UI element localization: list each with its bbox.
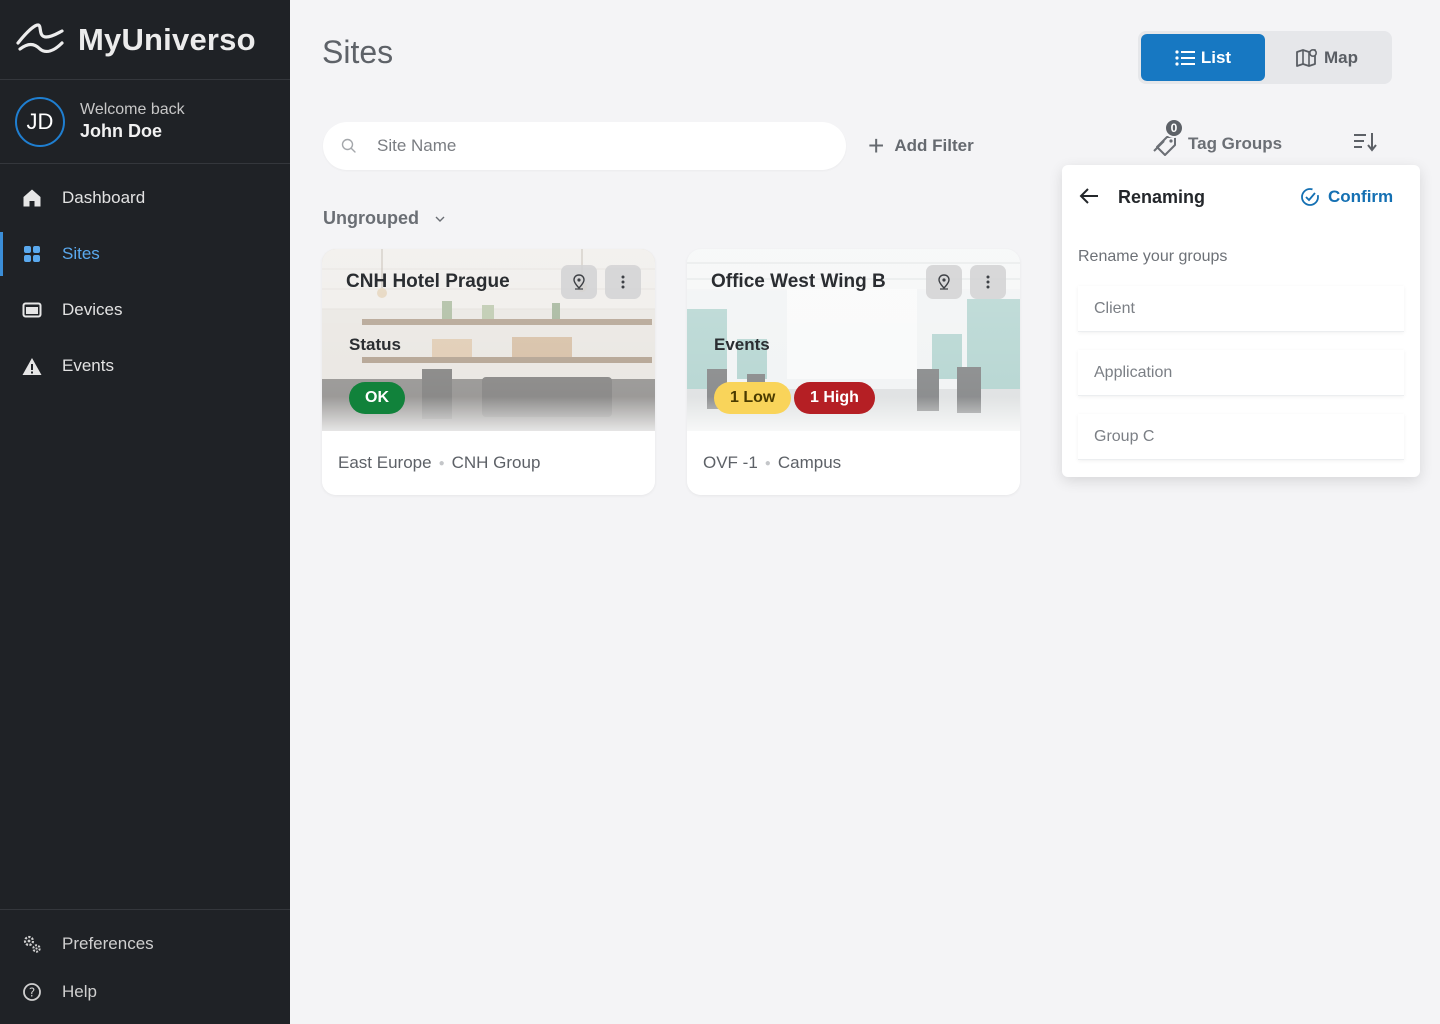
card-footer: OVF -1 ● Campus xyxy=(703,453,841,473)
more-vertical-icon xyxy=(986,275,990,289)
page-title: Sites xyxy=(322,34,394,70)
group-name-field-1[interactable] xyxy=(1078,286,1404,332)
event-badge-low: 1 Low xyxy=(714,382,792,414)
sort-button[interactable] xyxy=(1352,130,1378,159)
help-icon: ? xyxy=(22,982,42,1002)
separator-dot: ● xyxy=(764,457,771,469)
avatar: JD xyxy=(15,96,65,147)
plus-icon: + xyxy=(868,130,885,161)
panel-subtitle: Rename your groups xyxy=(1078,248,1228,265)
bottom-nav: Preferences ? Help xyxy=(0,909,290,1024)
nav-label: Sites xyxy=(62,244,100,263)
list-icon xyxy=(1175,49,1195,66)
card-location-button[interactable] xyxy=(926,265,962,299)
panel-title: Renaming xyxy=(1118,187,1206,207)
separator-dot: ● xyxy=(438,457,445,469)
warning-icon xyxy=(22,356,42,376)
search-input[interactable] xyxy=(377,136,797,156)
nav-item-preferences[interactable]: Preferences xyxy=(0,920,290,968)
site-card[interactable]: Office West Wing B Events 1 Low 1 High O… xyxy=(687,249,1020,495)
site-card[interactable]: CNH Hotel Prague Status OK East Europe ●… xyxy=(322,249,655,495)
search-bar xyxy=(323,122,846,170)
brand[interactable]: MyUniverso xyxy=(0,0,290,80)
nav-label: Help xyxy=(62,982,97,1001)
card-footer: East Europe ● CNH Group xyxy=(338,453,540,473)
card-title: Office West Wing B xyxy=(711,271,886,292)
more-vertical-icon xyxy=(621,275,625,289)
brand-logo-icon xyxy=(16,22,64,53)
card-tag: Campus xyxy=(777,453,842,472)
user-name: John Doe xyxy=(80,121,163,141)
group-name-field-3[interactable] xyxy=(1078,414,1404,460)
location-pin-icon xyxy=(938,274,950,290)
location-pin-icon xyxy=(573,274,585,290)
group-name-field-2[interactable] xyxy=(1078,350,1404,396)
list-view-button[interactable]: List xyxy=(1141,34,1265,81)
card-region: East Europe xyxy=(338,453,432,472)
card-more-button[interactable] xyxy=(970,265,1006,299)
card-location-button[interactable] xyxy=(561,265,597,299)
search-icon xyxy=(341,138,356,153)
home-icon xyxy=(22,188,42,208)
nav-label: Devices xyxy=(62,300,123,319)
brand-name: MyUniverso xyxy=(78,21,256,57)
grid-icon xyxy=(22,244,42,264)
map-icon xyxy=(1296,48,1318,67)
list-label: List xyxy=(1200,47,1232,67)
nav-item-events[interactable]: Events xyxy=(0,338,290,394)
nav-item-dashboard[interactable]: Dashboard xyxy=(0,170,290,226)
device-icon xyxy=(22,300,42,320)
nav-item-devices[interactable]: Devices xyxy=(0,282,290,338)
view-toggle: List Map xyxy=(1138,31,1392,84)
group-label: Ungrouped xyxy=(323,208,419,228)
card-tag: CNH Group xyxy=(451,453,541,472)
sidebar: MyUniverso JD Welcome back John Doe Dash… xyxy=(0,0,290,1024)
tag-icon: 0 xyxy=(1152,118,1184,158)
nav-label: Preferences xyxy=(62,934,154,953)
sort-icon xyxy=(1354,133,1377,152)
status-badge: OK xyxy=(349,382,405,414)
tag-groups-label: Tag Groups xyxy=(1188,134,1283,153)
card-more-button[interactable] xyxy=(605,265,641,299)
nav-label: Dashboard xyxy=(62,188,146,207)
chevron-down-icon xyxy=(435,211,445,226)
gears-icon xyxy=(22,934,42,954)
group-header-ungrouped[interactable]: Ungrouped xyxy=(323,208,445,229)
welcome-text: Welcome back xyxy=(80,101,185,118)
card-region: OVF -1 xyxy=(703,453,758,472)
map-view-button[interactable]: Map xyxy=(1265,34,1389,81)
user-profile[interactable]: JD Welcome back John Doe xyxy=(0,80,290,164)
main-content: Sites List Map + Add Filter 0 Tag Groups… xyxy=(290,0,1440,1024)
add-filter-button[interactable]: + Add Filter xyxy=(868,132,974,160)
tag-count-badge: 0 xyxy=(1164,118,1184,138)
add-filter-label: Add Filter xyxy=(894,136,974,155)
confirm-label: Confirm xyxy=(1328,187,1394,206)
arrow-left-icon xyxy=(1079,188,1098,204)
renaming-panel: Renaming Confirm Rename your groups xyxy=(1062,165,1420,477)
nav-label: Events xyxy=(62,356,114,375)
card-status-label: Status xyxy=(349,335,401,354)
nav-item-help[interactable]: ? Help xyxy=(0,968,290,1016)
confirm-button[interactable]: Confirm xyxy=(1300,187,1393,207)
map-label: Map xyxy=(1324,47,1358,67)
main-nav: Dashboard Sites Devices Events xyxy=(0,170,290,394)
check-circle-icon xyxy=(1301,188,1319,206)
card-title: CNH Hotel Prague xyxy=(346,271,510,292)
svg-text:?: ? xyxy=(29,986,35,1000)
back-button[interactable] xyxy=(1078,185,1100,212)
nav-item-sites[interactable]: Sites xyxy=(0,226,290,282)
event-badge-high: 1 High xyxy=(794,382,875,414)
tag-groups-button[interactable]: 0 Tag Groups xyxy=(1152,118,1283,158)
card-events-label: Events xyxy=(714,335,770,354)
